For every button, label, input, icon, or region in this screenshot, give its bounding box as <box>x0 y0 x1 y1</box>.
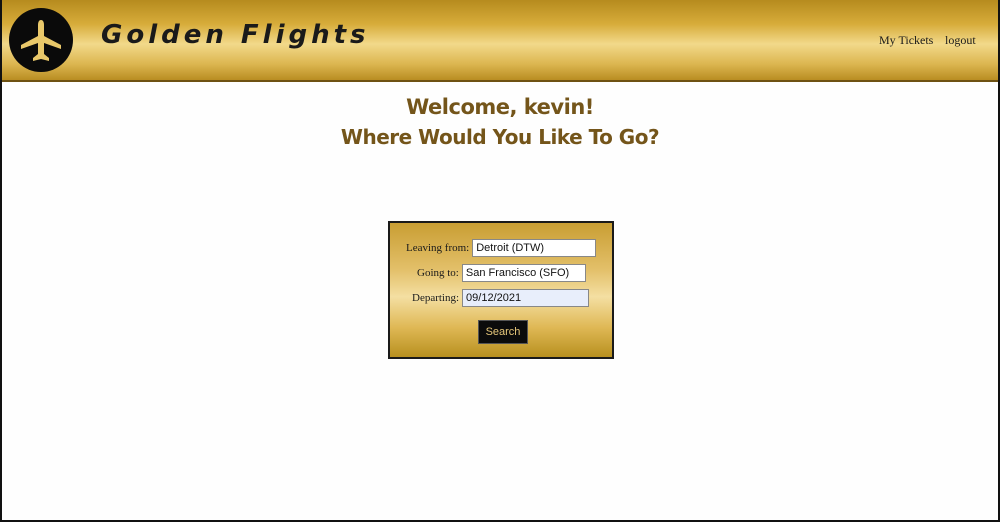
page: Golden Flights My Tickets logout Welcome… <box>0 0 1000 522</box>
brand-title[interactable]: Golden Flights <box>101 20 370 50</box>
going-to-input[interactable] <box>461 264 586 282</box>
welcome-greeting: Welcome, kevin! <box>406 95 594 119</box>
departing-date-input[interactable] <box>462 289 590 307</box>
logo[interactable] <box>9 8 73 72</box>
search-button[interactable]: Search <box>478 320 528 344</box>
departing-row: Departing: <box>412 289 590 307</box>
leaving-from-label: Leaving from: <box>406 242 470 254</box>
nav-logout-link[interactable]: logout <box>945 33 976 48</box>
airplane-icon <box>21 20 61 61</box>
flight-search-form: Leaving from: Going to: Departing: Searc… <box>388 221 614 359</box>
departing-label: Departing: <box>412 292 460 304</box>
leaving-from-input[interactable] <box>472 239 597 257</box>
nav-my-tickets-link[interactable]: My Tickets <box>879 33 933 48</box>
leaving-from-row: Leaving from: <box>406 239 597 257</box>
going-to-label: Going to: <box>417 267 459 279</box>
going-to-row: Going to: <box>417 264 586 282</box>
welcome-heading: Welcome, kevin! Where Would You Like To … <box>2 92 998 152</box>
header-bar: Golden Flights My Tickets logout <box>2 0 998 82</box>
welcome-question: Where Would You Like To Go? <box>340 125 660 149</box>
